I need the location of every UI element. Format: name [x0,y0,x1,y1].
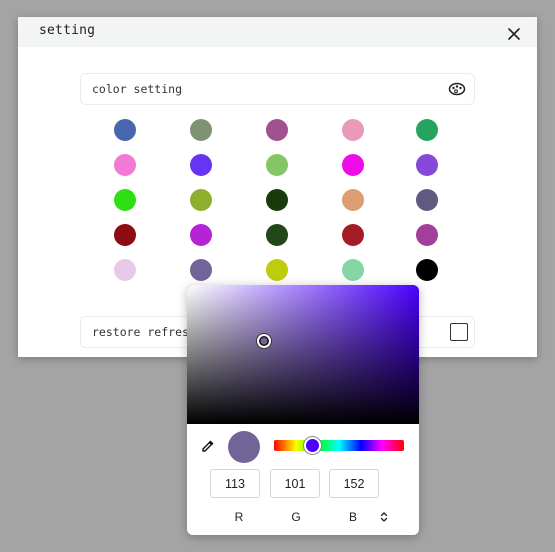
color-setting-row: color setting [80,73,475,105]
color-swatch[interactable] [342,224,364,246]
color-swatch[interactable] [190,259,212,281]
color-swatch[interactable] [416,189,438,211]
saturation-handle[interactable] [257,334,271,348]
color-swatch[interactable] [114,119,136,141]
color-swatch[interactable] [114,224,136,246]
black-gradient [187,285,419,424]
restore-refresh-label: restore refresh [92,325,196,339]
color-swatch[interactable] [266,259,288,281]
eyedropper-icon[interactable] [200,438,216,454]
red-input[interactable] [210,469,260,498]
color-swatch[interactable] [416,259,438,281]
green-label: G [291,510,301,524]
restore-refresh-checkbox[interactable] [450,323,468,341]
dialog-header: setting [18,17,537,47]
hue-slider[interactable] [274,437,404,454]
palette-icon[interactable] [448,81,466,97]
color-swatch[interactable] [342,259,364,281]
color-swatch[interactable] [266,154,288,176]
blue-input[interactable] [329,469,379,498]
color-swatch[interactable] [190,224,212,246]
color-swatch[interactable] [416,119,438,141]
color-preview [228,431,260,463]
color-swatch[interactable] [342,154,364,176]
green-input[interactable] [270,469,320,498]
color-picker-popover: R G B [187,285,419,535]
close-icon [508,28,520,40]
color-swatch[interactable] [114,259,136,281]
color-swatch[interactable] [342,119,364,141]
color-swatch[interactable] [342,189,364,211]
blue-label: B [348,510,357,524]
color-swatch[interactable] [266,189,288,211]
dialog-title: setting [39,23,96,38]
color-swatch[interactable] [266,224,288,246]
chevron-up-down-icon[interactable] [379,511,389,523]
saturation-value-area[interactable] [187,285,419,424]
color-swatch[interactable] [114,154,136,176]
color-swatch[interactable] [190,154,212,176]
close-button[interactable] [502,23,526,45]
hue-slider-thumb[interactable] [304,437,321,454]
color-setting-label: color setting [92,82,183,96]
color-swatch[interactable] [190,119,212,141]
color-swatch[interactable] [266,119,288,141]
color-swatch[interactable] [190,189,212,211]
color-swatch[interactable] [416,224,438,246]
red-label: R [234,510,244,524]
color-swatch[interactable] [416,154,438,176]
color-swatch[interactable] [114,189,136,211]
